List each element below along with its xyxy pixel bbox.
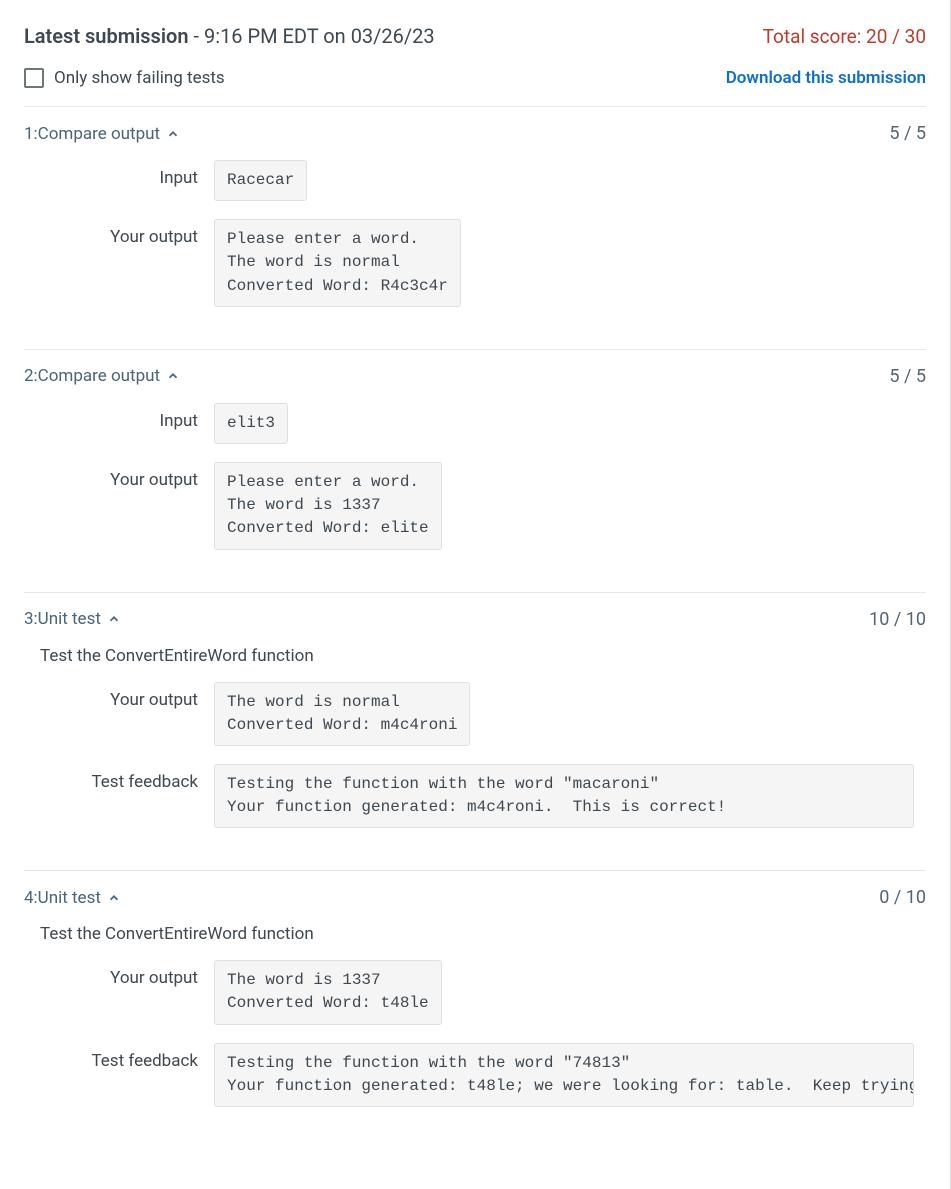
input-label: Input	[24, 403, 214, 431]
feedback-label: Test feedback	[24, 1043, 214, 1071]
total-score: Total score: 20 / 30	[763, 25, 926, 48]
test-block: 1:Compare output 5 / 5 Input Racecar You…	[24, 107, 926, 349]
test-description: Test the ConvertEntireWord function	[40, 646, 926, 666]
feedback-box: Testing the function with the word "maca…	[214, 764, 914, 828]
test-block: 4:Unit test 0 / 10 Test the ConvertEntir…	[24, 871, 926, 1149]
output-box: The word is 1337 Converted Word: t48le	[214, 960, 442, 1024]
test-score: 10 / 10	[869, 609, 926, 630]
output-box: The word is normal Converted Word: m4c4r…	[214, 682, 470, 746]
submission-title-bold: Latest submission	[24, 24, 189, 48]
output-label: Your output	[24, 462, 214, 490]
only-failing-label: Only show failing tests	[54, 68, 225, 88]
output-label: Your output	[24, 682, 214, 710]
test-title-text: 1:Compare output	[24, 124, 160, 144]
submission-title: Latest submission - 9:16 PM EDT on 03/26…	[24, 24, 435, 48]
submission-title-rest: - 9:16 PM EDT on 03/26/23	[189, 24, 435, 48]
chevron-up-icon	[107, 891, 121, 905]
only-failing-checkbox[interactable]: Only show failing tests	[24, 68, 225, 88]
feedback-label: Test feedback	[24, 764, 214, 792]
test-score: 5 / 5	[889, 366, 926, 387]
test-toggle[interactable]: 2:Compare output	[24, 366, 180, 386]
test-toggle[interactable]: 4:Unit test	[24, 888, 121, 908]
download-submission-link[interactable]: Download this submission	[726, 68, 926, 88]
input-box: elit3	[214, 403, 288, 444]
test-title-text: 4:Unit test	[24, 888, 101, 908]
chevron-up-icon	[166, 369, 180, 383]
test-score: 5 / 5	[889, 123, 926, 144]
test-description: Test the ConvertEntireWord function	[40, 924, 926, 944]
chevron-up-icon	[166, 127, 180, 141]
test-score: 0 / 10	[879, 887, 926, 908]
checkbox-icon	[24, 68, 44, 88]
test-toggle[interactable]: 1:Compare output	[24, 124, 180, 144]
test-block: 2:Compare output 5 / 5 Input elit3 Your …	[24, 350, 926, 592]
output-box: Please enter a word. The word is 1337 Co…	[214, 462, 442, 550]
input-label: Input	[24, 160, 214, 188]
test-title-text: 3:Unit test	[24, 609, 101, 629]
test-block: 3:Unit test 10 / 10 Test the ConvertEnti…	[24, 593, 926, 871]
output-box: Please enter a word. The word is normal …	[214, 219, 461, 307]
output-label: Your output	[24, 960, 214, 988]
test-toggle[interactable]: 3:Unit test	[24, 609, 121, 629]
chevron-up-icon	[107, 612, 121, 626]
feedback-box: Testing the function with the word "7481…	[214, 1043, 914, 1107]
input-box: Racecar	[214, 160, 307, 201]
test-title-text: 2:Compare output	[24, 366, 160, 386]
output-label: Your output	[24, 219, 214, 247]
